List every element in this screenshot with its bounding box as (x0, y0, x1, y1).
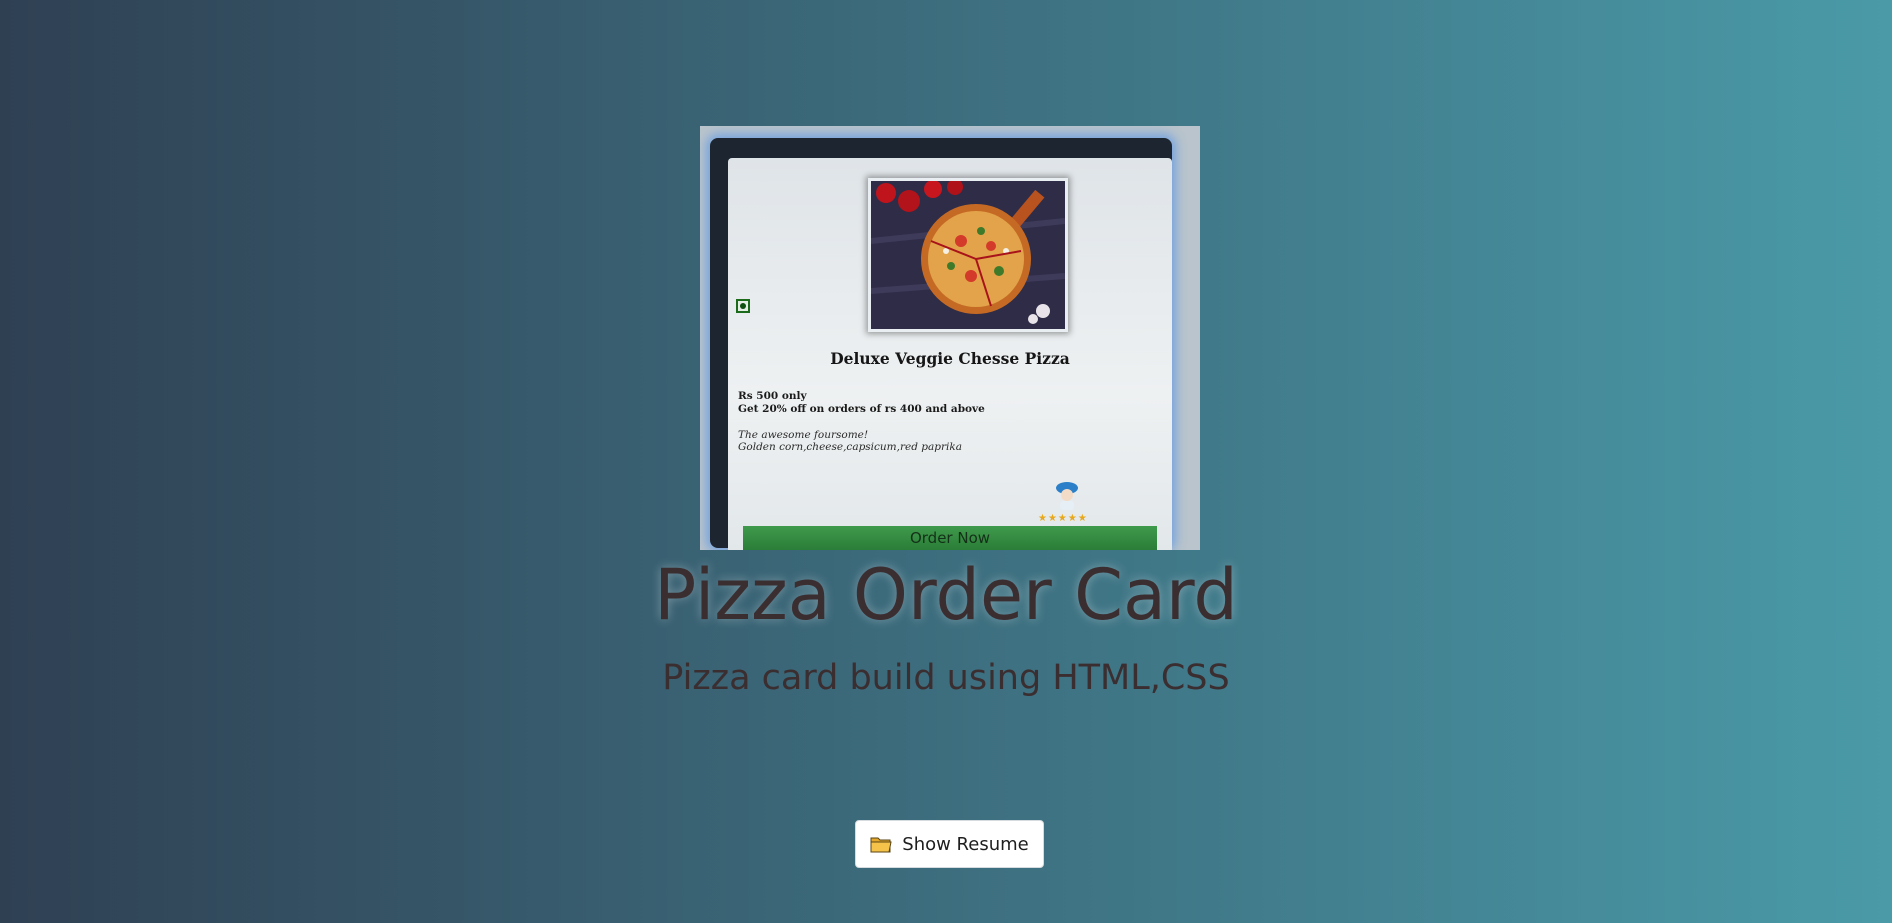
folder-icon (870, 837, 892, 853)
project-preview-image: Deluxe Veggie Chesse Pizza Rs 500 only G… (700, 126, 1200, 550)
veg-mark-icon (736, 299, 750, 313)
pizza-illustration (871, 181, 1065, 329)
chef-icon (1056, 482, 1078, 510)
card-tagline: The awesome foursome! (738, 429, 869, 441)
card-offer: Get 20% off on orders of rs 400 and abov… (738, 403, 985, 415)
card-price: Rs 500 only (738, 390, 807, 402)
card-toppings: Golden corn,cheese,capsicum,red paprika (738, 441, 962, 453)
show-resume-label: Show Resume (902, 833, 1029, 855)
page-title: Pizza Order Card (654, 554, 1238, 636)
pizza-card: Deluxe Veggie Chesse Pizza Rs 500 only G… (728, 158, 1172, 550)
page-subtitle: Pizza card build using HTML,CSS (662, 658, 1230, 698)
rating-stars: ★★★★★ (1038, 513, 1088, 524)
show-resume-button[interactable]: Show Resume (855, 820, 1044, 868)
monitor-frame: Deluxe Veggie Chesse Pizza Rs 500 only G… (710, 138, 1172, 550)
pizza-photo (868, 178, 1068, 332)
card-title: Deluxe Veggie Chesse Pizza (830, 349, 1070, 368)
order-now-button[interactable]: Order Now (743, 526, 1157, 550)
